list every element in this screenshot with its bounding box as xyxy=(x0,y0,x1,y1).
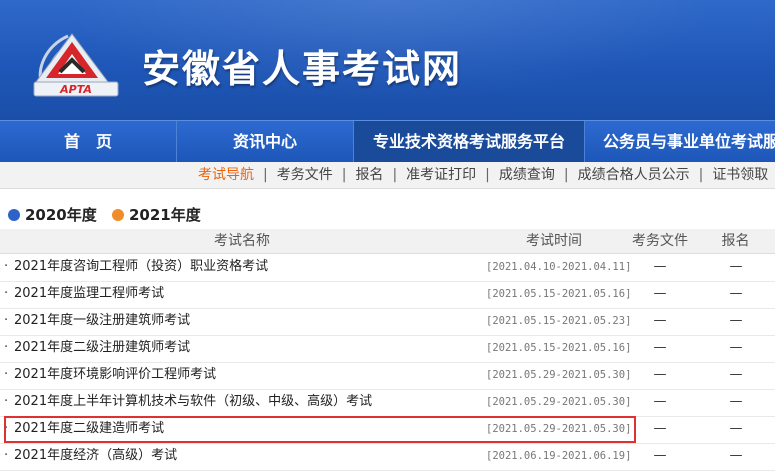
nav-item-civil-service-exams[interactable]: 公务员与事业单位考试服务平台 xyxy=(585,121,775,162)
year-tab-2021[interactable]: 2021年度 xyxy=(111,204,201,226)
bullet-icon: · xyxy=(4,286,9,301)
exam-files-cell: — xyxy=(653,448,667,463)
sub-nav-separator: | xyxy=(563,167,569,183)
sub-nav-separator: | xyxy=(485,167,490,183)
bullet-icon: · xyxy=(4,394,9,409)
exam-time: [2021.05.15-2021.05.23] xyxy=(486,315,632,327)
exam-files-cell: — xyxy=(653,367,667,382)
logo-text: APTA xyxy=(59,83,92,96)
bullet-icon: · xyxy=(4,448,9,463)
sub-nav-qualified-list[interactable]: 成绩合格人员公示 xyxy=(578,162,690,188)
blue-dot-icon xyxy=(8,209,20,221)
bullet-icon: · xyxy=(4,340,9,355)
exam-register-cell: — xyxy=(729,421,743,436)
table-row[interactable]: · 2021年度一级注册建筑师考试 [2021.05.15-2021.05.23… xyxy=(0,308,775,336)
exam-files-cell: — xyxy=(653,340,667,355)
exam-register-cell: — xyxy=(729,286,743,301)
exam-time: [2021.05.29-2021.05.30] xyxy=(486,369,632,381)
sub-nav-separator: | xyxy=(341,167,347,183)
exam-files-cell: — xyxy=(653,313,667,328)
exam-table-header: 考试名称 考试时间 考务文件 报名 xyxy=(0,229,775,254)
exam-register-cell: — xyxy=(729,313,743,328)
nav-item-professional-exams[interactable]: 专业技术资格考试服务平台 xyxy=(354,121,584,162)
table-row[interactable]: · 2021年度上半年计算机技术与软件（初级、中级、高级）考试 [2021.05… xyxy=(0,389,775,417)
year-tabs: 2020年度 2021年度 xyxy=(8,204,211,226)
column-header-files: 考务文件 xyxy=(632,233,688,249)
exam-name-link[interactable]: 2021年度咨询工程师（投资）职业资格考试 xyxy=(14,254,268,280)
exam-time: [2021.05.29-2021.05.30] xyxy=(486,396,632,408)
nav-item-news[interactable]: 资讯中心 xyxy=(177,121,353,162)
exam-name-link[interactable]: 2021年度监理工程师考试 xyxy=(14,281,164,307)
table-row[interactable]: · 2021年度二级注册建筑师考试 [2021.05.15-2021.05.16… xyxy=(0,335,775,363)
exam-files-cell: — xyxy=(653,259,667,274)
table-row[interactable]: · 2021年度咨询工程师（投资）职业资格考试 [2021.04.10-2021… xyxy=(0,254,775,282)
exam-register-cell: — xyxy=(729,394,743,409)
bullet-icon: · xyxy=(4,313,9,328)
exam-name-link[interactable]: 2021年度二级注册建筑师考试 xyxy=(14,335,190,361)
exam-name-link[interactable]: 2021年度一级注册建筑师考试 xyxy=(14,308,190,334)
header-banner: APTA 安徽省人事考试网 xyxy=(0,0,775,120)
sub-nav: 考试导航 | 考务文件 | 报名 | 准考证打印 | 成绩查询 | 成绩合格人员公示 | 证书领取 xyxy=(0,162,775,189)
sub-nav-separator: | xyxy=(263,167,268,183)
column-header-name: 考试名称 xyxy=(214,233,270,249)
exam-register-cell: — xyxy=(729,340,743,355)
exam-name-link[interactable]: 2021年度经济（高级）考试 xyxy=(14,443,177,469)
exam-name-link[interactable]: 2021年度上半年计算机技术与软件（初级、中级、高级）考试 xyxy=(14,389,372,415)
main-nav: 首 页 资讯中心 专业技术资格考试服务平台 公务员与事业单位考试服务平台 xyxy=(0,120,775,162)
year-tab-label: 2020年度 xyxy=(25,206,97,224)
orange-dot-icon xyxy=(111,209,124,221)
site-title[interactable]: 安徽省人事考试网 xyxy=(142,38,462,93)
table-row[interactable]: · 2021年度环境影响评价工程师考试 [2021.05.29-2021.05.… xyxy=(0,362,775,390)
row-highlight-box xyxy=(4,416,636,443)
column-header-register: 报名 xyxy=(721,233,750,249)
sub-nav-registration[interactable]: 报名 xyxy=(355,162,383,188)
sub-nav-exam-guide[interactable]: 考试导航 xyxy=(198,162,254,188)
exam-time: [2021.06.19-2021.06.19] xyxy=(486,450,632,462)
sub-nav-exam-documents[interactable]: 考务文件 xyxy=(277,162,333,188)
exam-files-cell: — xyxy=(653,394,667,409)
sub-nav-certificate[interactable]: 证书领取 xyxy=(712,162,768,188)
exam-register-cell: — xyxy=(729,367,743,382)
bullet-icon: · xyxy=(4,259,9,274)
exam-register-cell: — xyxy=(729,259,743,274)
sub-nav-score-query[interactable]: 成绩查询 xyxy=(499,162,555,188)
exam-files-cell: — xyxy=(653,421,667,436)
sub-nav-separator: | xyxy=(698,167,704,183)
exam-time: [2021.04.10-2021.04.11] xyxy=(486,261,632,273)
table-row[interactable]: · 2021年度监理工程师考试 [2021.05.15-2021.05.16] … xyxy=(0,281,775,309)
year-tab-label: 2021年度 xyxy=(128,206,201,224)
exam-time: [2021.05.15-2021.05.16] xyxy=(486,342,632,354)
exam-register-cell: — xyxy=(729,448,743,463)
sub-nav-admission-ticket[interactable]: 准考证打印 xyxy=(406,162,476,188)
nav-item-home[interactable]: 首 页 xyxy=(0,121,176,162)
exam-time: [2021.05.15-2021.05.16] xyxy=(486,288,632,300)
table-row[interactable]: · 2021年度经济（高级）考试 [2021.06.19-2021.06.19]… xyxy=(0,443,775,471)
bullet-icon: · xyxy=(4,367,9,382)
exam-name-link[interactable]: 2021年度环境影响评价工程师考试 xyxy=(14,362,216,388)
sub-nav-row: 考试导航 | 考务文件 | 报名 | 准考证打印 | 成绩查询 | 成绩合格人员公示 | 证书领取 xyxy=(198,162,768,188)
exam-files-cell: — xyxy=(653,286,667,301)
column-header-time: 考试时间 xyxy=(526,233,582,249)
sub-nav-separator: | xyxy=(392,167,398,183)
apta-logo[interactable]: APTA xyxy=(32,28,128,98)
year-tab-2020[interactable]: 2020年度 xyxy=(8,204,97,226)
